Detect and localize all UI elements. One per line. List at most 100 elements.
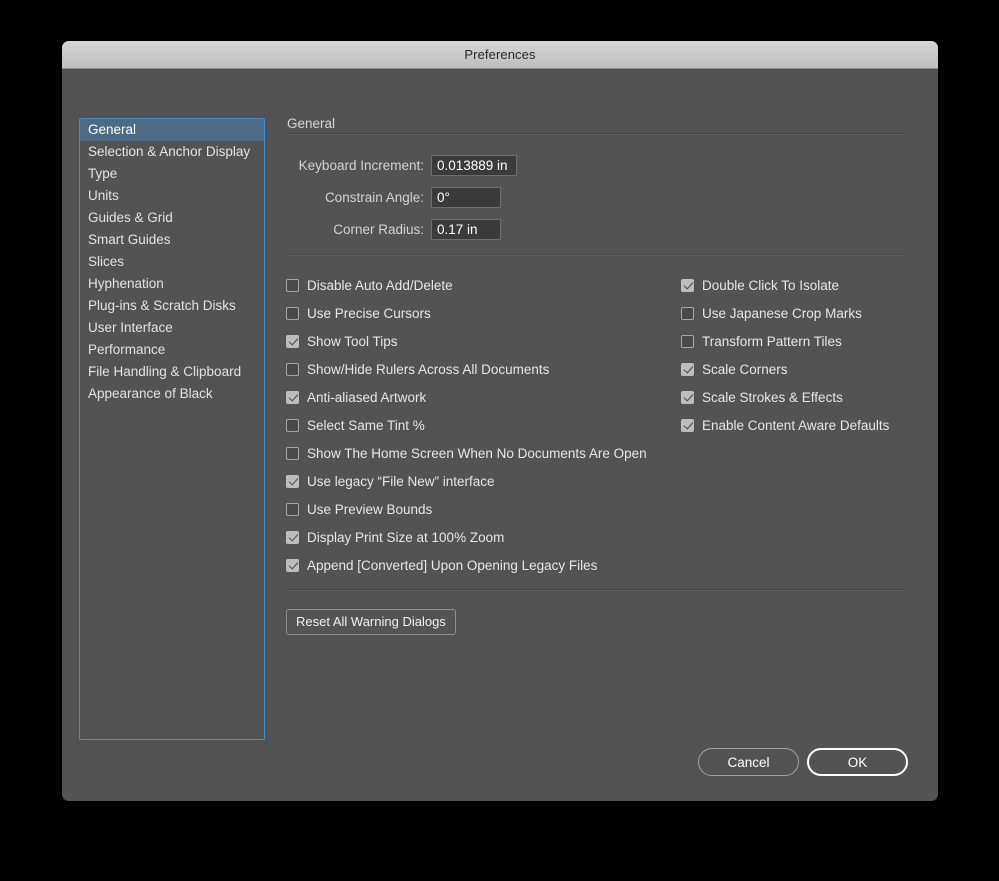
checkbox-checked-icon[interactable] xyxy=(286,390,299,404)
checkbox-row[interactable]: Use legacy “File New” interface xyxy=(286,467,681,495)
sidebar-item-label: Slices xyxy=(88,254,125,269)
checkbox-unchecked-icon[interactable] xyxy=(286,278,299,292)
checkbox-unchecked-icon[interactable] xyxy=(286,306,299,320)
field-row: Keyboard Increment: xyxy=(286,155,908,176)
checkbox-checked-icon[interactable] xyxy=(286,474,299,488)
checkbox-label: Transform Pattern Tiles xyxy=(702,333,842,349)
ok-button[interactable]: OK xyxy=(807,748,908,776)
sidebar-item-label: Performance xyxy=(88,342,166,357)
checkbox-row[interactable]: Select Same Tint % xyxy=(286,411,681,439)
checkbox-label: Use Japanese Crop Marks xyxy=(702,305,862,321)
checkbox-column-left: Disable Auto Add/Delete Use Precise Curso… xyxy=(286,271,681,579)
sidebar-item-label: General xyxy=(88,122,137,137)
field-input-corner-radius[interactable] xyxy=(431,219,501,240)
checkbox-checked-icon[interactable] xyxy=(681,362,694,376)
checkbox-row[interactable]: Transform Pattern Tiles xyxy=(681,327,906,355)
checkbox-label: Anti-aliased Artwork xyxy=(307,389,427,405)
field-row: Constrain Angle: xyxy=(286,187,908,208)
field-row: Corner Radius: xyxy=(286,219,908,240)
dialog-titlebar: Preferences xyxy=(62,41,938,69)
checkbox-checked-icon[interactable] xyxy=(286,530,299,544)
checkbox-row[interactable]: Use Japanese Crop Marks xyxy=(681,299,906,327)
sidebar-item-appearance-of-black[interactable]: Appearance of Black xyxy=(80,383,264,405)
field-label: Keyboard Increment: xyxy=(298,158,424,173)
checkbox-label: Append [Converted] Upon Opening Legacy F… xyxy=(307,557,598,573)
checkbox-unchecked-icon[interactable] xyxy=(286,418,299,432)
sidebar-item-label: Type xyxy=(88,166,118,181)
sidebar-item-selection-anchor-display[interactable]: Selection & Anchor Display xyxy=(80,141,264,163)
pane-title: General xyxy=(287,116,336,131)
field-group: Keyboard Increment: Constrain Angle: Corne… xyxy=(286,155,908,240)
checkbox-row[interactable]: Disable Auto Add/Delete xyxy=(286,271,681,299)
dialog-body: General Selection & Anchor Display Type Uni… xyxy=(62,69,938,801)
checkbox-checked-icon[interactable] xyxy=(681,278,694,292)
preferences-category-list[interactable]: General Selection & Anchor Display Type Uni… xyxy=(79,118,265,740)
pane-title-divider xyxy=(286,133,906,135)
checkbox-row[interactable]: Double Click To Isolate xyxy=(681,271,906,299)
sidebar-item-label: User Interface xyxy=(88,320,173,335)
checkbox-checked-icon[interactable] xyxy=(286,334,299,348)
checkbox-grid: Disable Auto Add/Delete Use Precise Curso… xyxy=(286,271,906,579)
sidebar-item-general[interactable]: General xyxy=(80,119,264,141)
fields-divider xyxy=(286,254,906,256)
checkbox-row[interactable]: Use Preview Bounds xyxy=(286,495,681,523)
checkbox-label: Double Click To Isolate xyxy=(702,277,840,293)
sidebar-item-user-interface[interactable]: User Interface xyxy=(80,317,264,339)
sidebar-item-smart-guides[interactable]: Smart Guides xyxy=(80,229,264,251)
checkbox-unchecked-icon[interactable] xyxy=(681,306,694,320)
checkbox-label: Use legacy “File New” interface xyxy=(307,473,495,489)
checkbox-unchecked-icon[interactable] xyxy=(286,446,299,460)
sidebar-item-slices[interactable]: Slices xyxy=(80,251,264,273)
checkbox-label: Display Print Size at 100% Zoom xyxy=(307,529,505,545)
checkbox-checked-icon[interactable] xyxy=(286,558,299,572)
checkbox-row[interactable]: Use Precise Cursors xyxy=(286,299,681,327)
checkbox-checked-icon[interactable] xyxy=(681,418,694,432)
checkbox-checked-icon[interactable] xyxy=(681,390,694,404)
sidebar-item-label: Selection & Anchor Display xyxy=(88,144,251,159)
checkbox-label: Use Precise Cursors xyxy=(307,305,431,321)
sidebar-item-label: Smart Guides xyxy=(88,232,171,247)
checkbox-row[interactable]: Enable Content Aware Defaults xyxy=(681,411,906,439)
checkbox-unchecked-icon[interactable] xyxy=(681,334,694,348)
checkbox-label: Show The Home Screen When No Documents A… xyxy=(307,445,647,461)
field-label: Corner Radius: xyxy=(333,222,424,237)
checkbox-column-right: Double Click To Isolate Use Japanese Crop… xyxy=(681,271,906,579)
preferences-pane: General Keyboard Increment: Constrain Ang… xyxy=(286,115,908,635)
cancel-button[interactable]: Cancel xyxy=(698,748,799,776)
sidebar-item-guides-grid[interactable]: Guides & Grid xyxy=(80,207,264,229)
checkbox-row[interactable]: Show Tool Tips xyxy=(286,327,681,355)
sidebar-item-label: Plug-ins & Scratch Disks xyxy=(88,298,236,313)
checkbox-row[interactable]: Show/Hide Rulers Across All Documents xyxy=(286,355,681,383)
checkbox-row[interactable]: Display Print Size at 100% Zoom xyxy=(286,523,681,551)
sidebar-item-label: Guides & Grid xyxy=(88,210,173,225)
reset-button-wrap: Reset All Warning Dialogs xyxy=(286,609,908,635)
reset-all-warning-dialogs-button[interactable]: Reset All Warning Dialogs xyxy=(286,609,456,635)
sidebar-item-type[interactable]: Type xyxy=(80,163,264,185)
sidebar-item-units[interactable]: Units xyxy=(80,185,264,207)
sidebar-item-performance[interactable]: Performance xyxy=(80,339,264,361)
sidebar-item-label: Units xyxy=(88,188,119,203)
sidebar-item-label: Hyphenation xyxy=(88,276,164,291)
checkbox-label: Scale Corners xyxy=(702,361,788,377)
checkbox-row[interactable]: Scale Strokes & Effects xyxy=(681,383,906,411)
field-input-keyboard-increment[interactable] xyxy=(431,155,517,176)
checkbox-label: Show/Hide Rulers Across All Documents xyxy=(307,361,550,377)
sidebar-item-label: File Handling & Clipboard xyxy=(88,364,242,379)
checkbox-row[interactable]: Scale Corners xyxy=(681,355,906,383)
checkbox-unchecked-icon[interactable] xyxy=(286,502,299,516)
checkbox-label: Enable Content Aware Defaults xyxy=(702,417,890,433)
dialog-title: Preferences xyxy=(464,47,536,62)
checkbox-unchecked-icon[interactable] xyxy=(286,362,299,376)
sidebar-item-hyphenation[interactable]: Hyphenation xyxy=(80,273,264,295)
field-label: Constrain Angle: xyxy=(324,190,424,205)
checkbox-row[interactable]: Anti-aliased Artwork xyxy=(286,383,681,411)
checkbox-label: Select Same Tint % xyxy=(307,417,425,433)
sidebar-item-plug-ins-scratch-disks[interactable]: Plug-ins & Scratch Disks xyxy=(80,295,264,317)
checkbox-row[interactable]: Append [Converted] Upon Opening Legacy F… xyxy=(286,551,681,579)
checkbox-row[interactable]: Show The Home Screen When No Documents A… xyxy=(286,439,681,467)
field-input-constrain-angle[interactable] xyxy=(431,187,501,208)
sidebar-item-label: Appearance of Black xyxy=(88,386,213,401)
checkbox-label: Show Tool Tips xyxy=(307,333,398,349)
checkbox-label: Disable Auto Add/Delete xyxy=(307,277,453,293)
sidebar-item-file-handling-clipboard[interactable]: File Handling & Clipboard xyxy=(80,361,264,383)
